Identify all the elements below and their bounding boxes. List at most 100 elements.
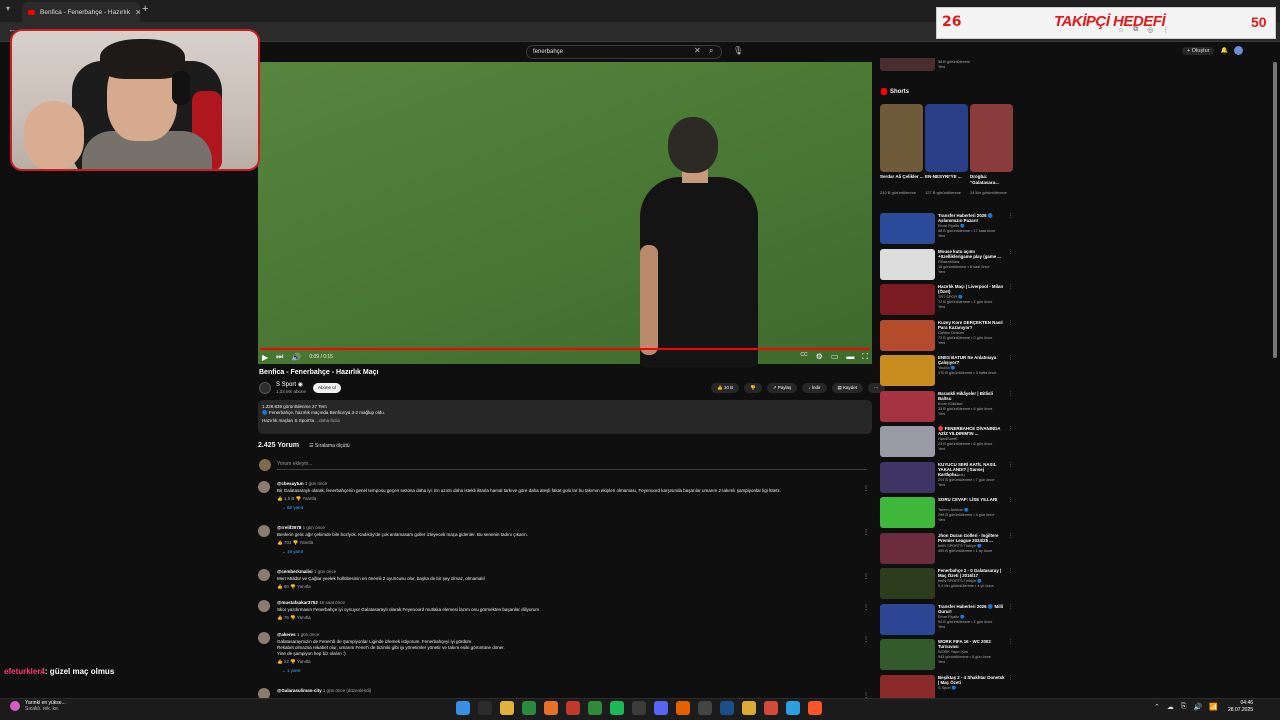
recommended-video[interactable]: SORU CEVAP: LİSE YILLARI Tanrım Ankhon 🔵 2… (880, 497, 1014, 530)
video-more-icon[interactable]: ⋮ (1008, 355, 1013, 361)
chrome-2-icon[interactable] (764, 701, 778, 715)
tab-menu-icon[interactable]: ▾ (6, 4, 10, 13)
like-icon[interactable]: 👍 (277, 659, 284, 664)
create-button[interactable]: + Oluştur (1182, 46, 1215, 55)
video-more-icon[interactable]: ⋮ (1008, 249, 1013, 255)
recommended-video[interactable]: 🔴 FENERBAHCE DİVANINDA AZİZ YILDIRIM'IN … (880, 426, 1014, 459)
tray-icon[interactable]: ⎘ (1181, 703, 1187, 711)
file-explorer-icon[interactable] (500, 701, 514, 715)
comment-author[interactable]: @Galarasuliman-city 1 gün önce (düzenlen… (277, 688, 371, 693)
video-thumbnail[interactable] (880, 319, 935, 351)
video-title[interactable]: Hazırlık Maçı | Liverpool - Milan (Özet) (938, 284, 1006, 294)
recommended-video[interactable]: Fenerbahçe 2 - 0 Galatasaray | Maç Özeti… (880, 568, 1014, 601)
channel-name[interactable]: S Sport ◉ (276, 381, 303, 388)
short-thumbnail[interactable] (880, 104, 923, 172)
dislike-icon[interactable]: 👎 (290, 659, 297, 664)
video-action-button[interactable]: ↗ Paylaş (766, 383, 798, 393)
xbox-icon[interactable] (588, 701, 602, 715)
description-more[interactable]: ...daha fazla (315, 418, 340, 423)
menu-icon[interactable]: ⋮ (1162, 26, 1169, 34)
app-terminal-icon[interactable] (698, 701, 712, 715)
video-thumbnail[interactable] (880, 284, 935, 315)
video-title[interactable]: Transfer Haberleri 2026 🔵 Milli Gurur! (938, 604, 1006, 614)
recommended-video[interactable]: Transfer Haberleri 2026 🔵 Milli Gurur! Em… (880, 603, 1014, 637)
like-icon[interactable]: 👍 (277, 496, 284, 501)
video-more-icon[interactable]: ⋮ (1008, 284, 1013, 290)
tray-icon[interactable]: ☁ (1167, 703, 1174, 711)
video-thumbnail[interactable] (880, 390, 935, 422)
video-thumbnail[interactable] (880, 213, 935, 244)
video-action-button[interactable]: 👎 (744, 383, 762, 393)
comment-author[interactable]: @akeres 1 gün önce (277, 632, 319, 637)
video-title[interactable]: WORK FIFA 16 - WC 2002 Turnuvası (938, 639, 1006, 649)
video-more-icon[interactable]: ⋮ (1008, 568, 1013, 574)
brave-icon[interactable] (808, 701, 822, 715)
channel-avatar[interactable] (259, 382, 271, 394)
recommended-video[interactable]: WORK FIFA 16 - WC 2002 Turnuvası WORK Yap… (880, 639, 1014, 672)
comment-author[interactable]: @mustafaakar3752 16 saat önce (277, 600, 345, 605)
reply-button[interactable]: Yanıtla (302, 496, 316, 501)
steam-icon[interactable] (720, 701, 734, 715)
video-title[interactable]: Kuzey Kore GERÇEKTEN Nasıl Para Kazanıyo… (938, 320, 1006, 330)
sidebar-partial-thumbnail[interactable] (880, 58, 935, 71)
chrome-icon[interactable] (742, 701, 756, 715)
tab-close-icon[interactable]: ✕ (135, 8, 140, 17)
short-title[interactable]: Serdar Ali Çelikler ... (880, 174, 924, 180)
comment-more-icon[interactable]: ⋮ (863, 485, 869, 492)
video-title[interactable]: Barankli Hikâyeler | Bitlisli Baltsu (938, 391, 1006, 401)
description-box[interactable]: 1.228.839 görüntülenme 27 Tem 🔵 Fenerbah… (258, 400, 872, 434)
miniplayer-icon[interactable]: ▭ (831, 352, 839, 362)
comment-avatar[interactable] (258, 481, 270, 493)
video-title[interactable]: Jhon Duran Golleri - İngiltere Premier L… (938, 533, 1006, 543)
comment-more-icon[interactable]: ⋮ (863, 604, 869, 611)
app-firefox-icon[interactable] (676, 701, 690, 715)
captions-icon[interactable]: CC (800, 352, 807, 362)
star-icon[interactable]: ☆ (1118, 26, 1124, 34)
video-player[interactable] (258, 62, 872, 364)
like-icon[interactable]: 👍 (277, 584, 284, 589)
video-more-icon[interactable]: ⋮ (1008, 391, 1013, 397)
search-icon[interactable] (478, 701, 492, 715)
discord-icon[interactable] (654, 701, 668, 715)
spotify-icon[interactable] (610, 701, 624, 715)
bell-icon[interactable]: 🔔 (1220, 47, 1227, 54)
account-avatar[interactable] (1233, 46, 1243, 55)
video-more-icon[interactable]: ⋮ (1008, 497, 1013, 503)
tray-icon[interactable]: 📶 (1209, 703, 1218, 711)
fullscreen-icon[interactable]: ⛶ (862, 352, 868, 362)
video-thumbnail[interactable] (880, 461, 935, 493)
recommended-video[interactable]: ENES BATUR Ne Anlatmaya Çalışıyor? YouMo … (880, 355, 1014, 388)
video-more-icon[interactable]: ⋮ (1008, 533, 1013, 539)
video-more-icon[interactable]: ⋮ (1008, 639, 1013, 645)
add-comment-input[interactable]: Yorum ekleyin... (277, 461, 867, 470)
mic-icon[interactable]: 🎙 (733, 46, 743, 55)
comment-avatar[interactable] (258, 600, 270, 612)
recommended-video[interactable]: Barankli Hikâyeler | Bitlisli Baltsu Emre… (880, 390, 1014, 424)
recommended-video[interactable]: KUYUCU SERİ KATİL NASIL YAKALANDI? | San… (880, 461, 1014, 495)
sort-button[interactable]: ☰ Sıralama ölçütü (309, 443, 350, 449)
volume-icon[interactable]: 🔊 (291, 353, 301, 362)
comment-author[interactable]: @rrelif2678 1 gün önce (277, 525, 325, 530)
video-title[interactable]: Mouse kutu açımı +özelliklerigame play (… (938, 249, 1006, 259)
like-icon[interactable]: 👍 (277, 540, 284, 545)
comment-more-icon[interactable]: ⋮ (863, 573, 869, 580)
theater-icon[interactable]: ▬ (846, 352, 854, 362)
reply-button[interactable]: Yanıtla (299, 540, 313, 545)
reply-button[interactable]: Yanıtla (297, 659, 311, 664)
replies-toggle[interactable]: ⌄ 68 yanıt (282, 505, 303, 511)
short-thumbnail[interactable] (970, 104, 1013, 172)
telegram-icon[interactable] (786, 701, 800, 715)
video-action-button[interactable]: ▤ Kaydet (831, 383, 864, 393)
search-input[interactable]: fenerbahçe (526, 45, 722, 59)
video-action-button[interactable]: 👍 10 B (711, 383, 740, 393)
video-more-icon[interactable]: ⋮ (1008, 213, 1013, 219)
video-more-icon[interactable]: ⋮ (1008, 604, 1013, 610)
search-clear-icon[interactable]: ✕ (694, 46, 701, 55)
dislike-icon[interactable]: 👎 (290, 615, 297, 620)
comment-avatar[interactable] (258, 525, 270, 537)
comment-author[interactable]: @cbesaytun 1 gün önce (277, 481, 327, 486)
replies-toggle[interactable]: ⌄ 16 yanıt (282, 549, 303, 555)
video-thumbnail[interactable] (880, 426, 935, 457)
recommended-video[interactable]: Mouse kutu açımı +özelliklerigame play (… (880, 248, 1014, 282)
browser-tab-active[interactable]: Benfica - Fenerbahçe - Hazırlık ✕ (22, 2, 140, 22)
